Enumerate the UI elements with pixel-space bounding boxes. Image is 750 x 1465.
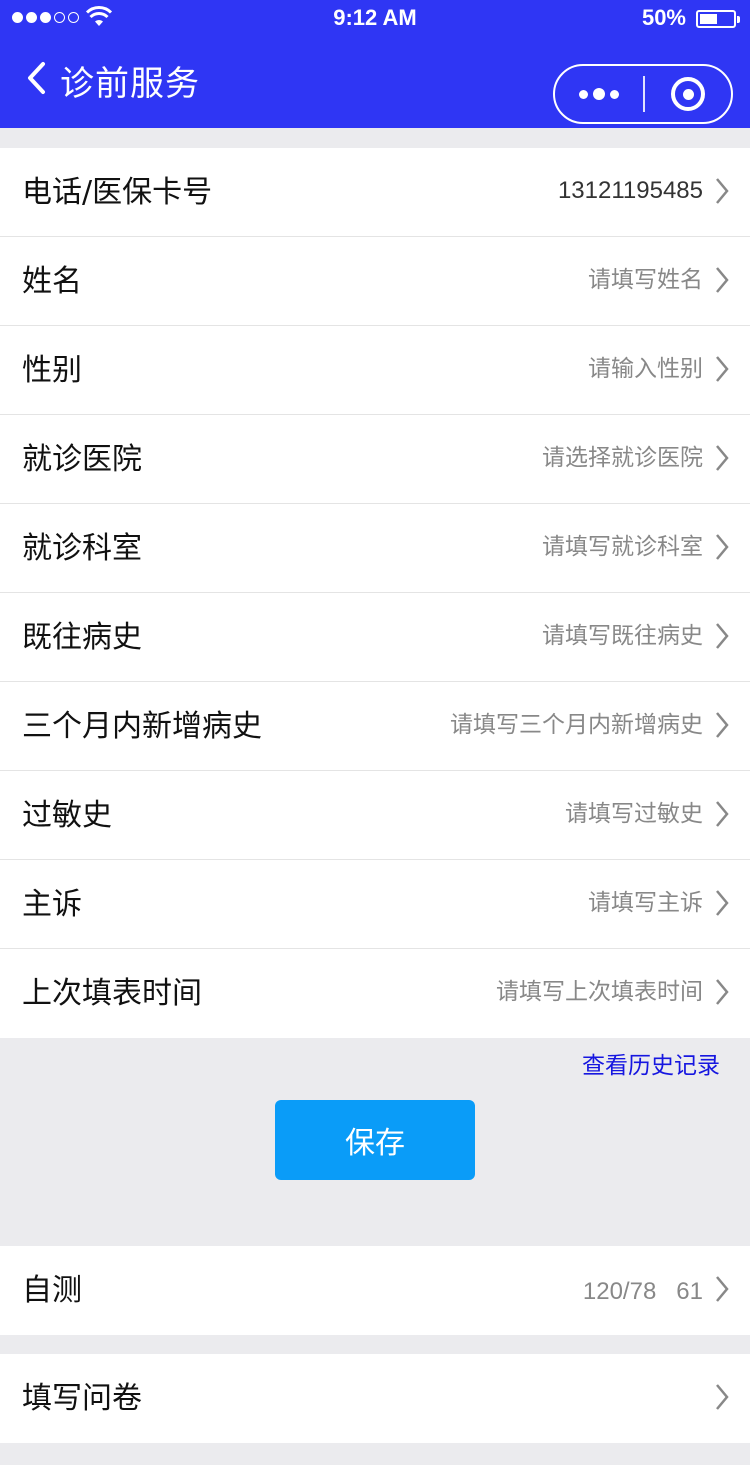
- form-row-last-filled[interactable]: 上次填表时间 请填写上次填表时间: [0, 949, 750, 1038]
- chevron-right-icon: [716, 178, 729, 204]
- form-row-hospital[interactable]: 就诊医院 请选择就诊医院: [0, 415, 750, 504]
- form-row-medical-history[interactable]: 既往病史 请填写既往病史: [0, 593, 750, 682]
- form-row-value: 13121195485: [557, 177, 703, 204]
- more-dots-icon[interactable]: [555, 66, 643, 122]
- form-row-label: 既往病史: [22, 620, 142, 655]
- chevron-right-icon: [716, 445, 729, 471]
- survey-row[interactable]: 填写问卷: [0, 1354, 750, 1443]
- form-row-label: 过敏史: [22, 798, 112, 833]
- form-row-complaint[interactable]: 主诉 请填写主诉: [0, 860, 750, 949]
- self-test-value: 120/78 61: [582, 1278, 703, 1305]
- form-row-label: 三个月内新增病史: [22, 709, 262, 744]
- form-row-value: 请选择就诊医院: [542, 445, 703, 471]
- form-row-allergy[interactable]: 过敏史 请填写过敏史: [0, 771, 750, 860]
- form-row-label: 上次填表时间: [22, 976, 202, 1011]
- chevron-right-icon: [716, 356, 729, 382]
- battery-percent: 50%: [641, 5, 686, 30]
- status-bar: 9:12 AM 50%: [0, 0, 750, 40]
- form-row-phone[interactable]: 电话/医保卡号 13121195485: [0, 148, 750, 237]
- form-row-value: 请填写就诊科室: [542, 534, 703, 560]
- chevron-right-icon: [716, 801, 729, 827]
- form-row-name[interactable]: 姓名 请填写姓名: [0, 237, 750, 326]
- save-button[interactable]: 保存: [275, 1100, 475, 1180]
- survey-label: 填写问卷: [22, 1381, 142, 1416]
- form-row-label: 姓名: [22, 264, 82, 299]
- form-row-label: 就诊科室: [22, 531, 142, 566]
- form-row-label: 主诉: [22, 887, 82, 922]
- page-title: 诊前服务: [60, 64, 200, 104]
- patient-form: 电话/医保卡号 13121195485 姓名 请填写姓名 性别 请输入性别 就诊…: [0, 148, 750, 1038]
- chevron-right-icon: [716, 712, 729, 738]
- chevron-right-icon: [716, 1384, 729, 1410]
- form-row-value: 请填写过敏史: [565, 801, 703, 827]
- chevron-right-icon: [716, 979, 729, 1005]
- chevron-right-icon: [716, 890, 729, 916]
- chevron-right-icon: [716, 623, 729, 649]
- form-row-recent-history[interactable]: 三个月内新增病史 请填写三个月内新增病史: [0, 682, 750, 771]
- close-target-icon[interactable]: [645, 66, 731, 122]
- form-row-label: 电话/医保卡号: [22, 175, 213, 210]
- form-row-value: 请输入性别: [588, 356, 703, 382]
- form-row-label: 就诊医院: [22, 442, 142, 477]
- form-row-value: 请填写上次填表时间: [496, 979, 703, 1005]
- form-row-value: 请填写姓名: [588, 267, 703, 293]
- form-row-value: 请填写三个月内新增病史: [450, 712, 703, 738]
- battery-icon: [696, 10, 740, 28]
- form-row-value: 请填写主诉: [588, 890, 703, 916]
- view-history-link[interactable]: 查看历史记录: [582, 1046, 720, 1080]
- form-row-gender[interactable]: 性别 请输入性别: [0, 326, 750, 415]
- form-row-label: 性别: [22, 353, 82, 388]
- chevron-right-icon: [716, 534, 729, 560]
- chevron-right-icon: [716, 267, 729, 293]
- chevron-right-icon: [716, 1276, 729, 1302]
- form-row-value: 请填写既往病史: [542, 623, 703, 649]
- self-test-row[interactable]: 自测 120/78 61: [0, 1246, 750, 1335]
- self-test-label: 自测: [22, 1273, 82, 1308]
- chevron-left-icon[interactable]: [24, 60, 54, 96]
- status-time: 9:12 AM: [333, 5, 417, 30]
- app-header: 9:12 AM 50% 诊前服务: [0, 0, 750, 128]
- mini-program-capsule: [553, 64, 733, 124]
- form-row-department[interactable]: 就诊科室 请填写就诊科室: [0, 504, 750, 593]
